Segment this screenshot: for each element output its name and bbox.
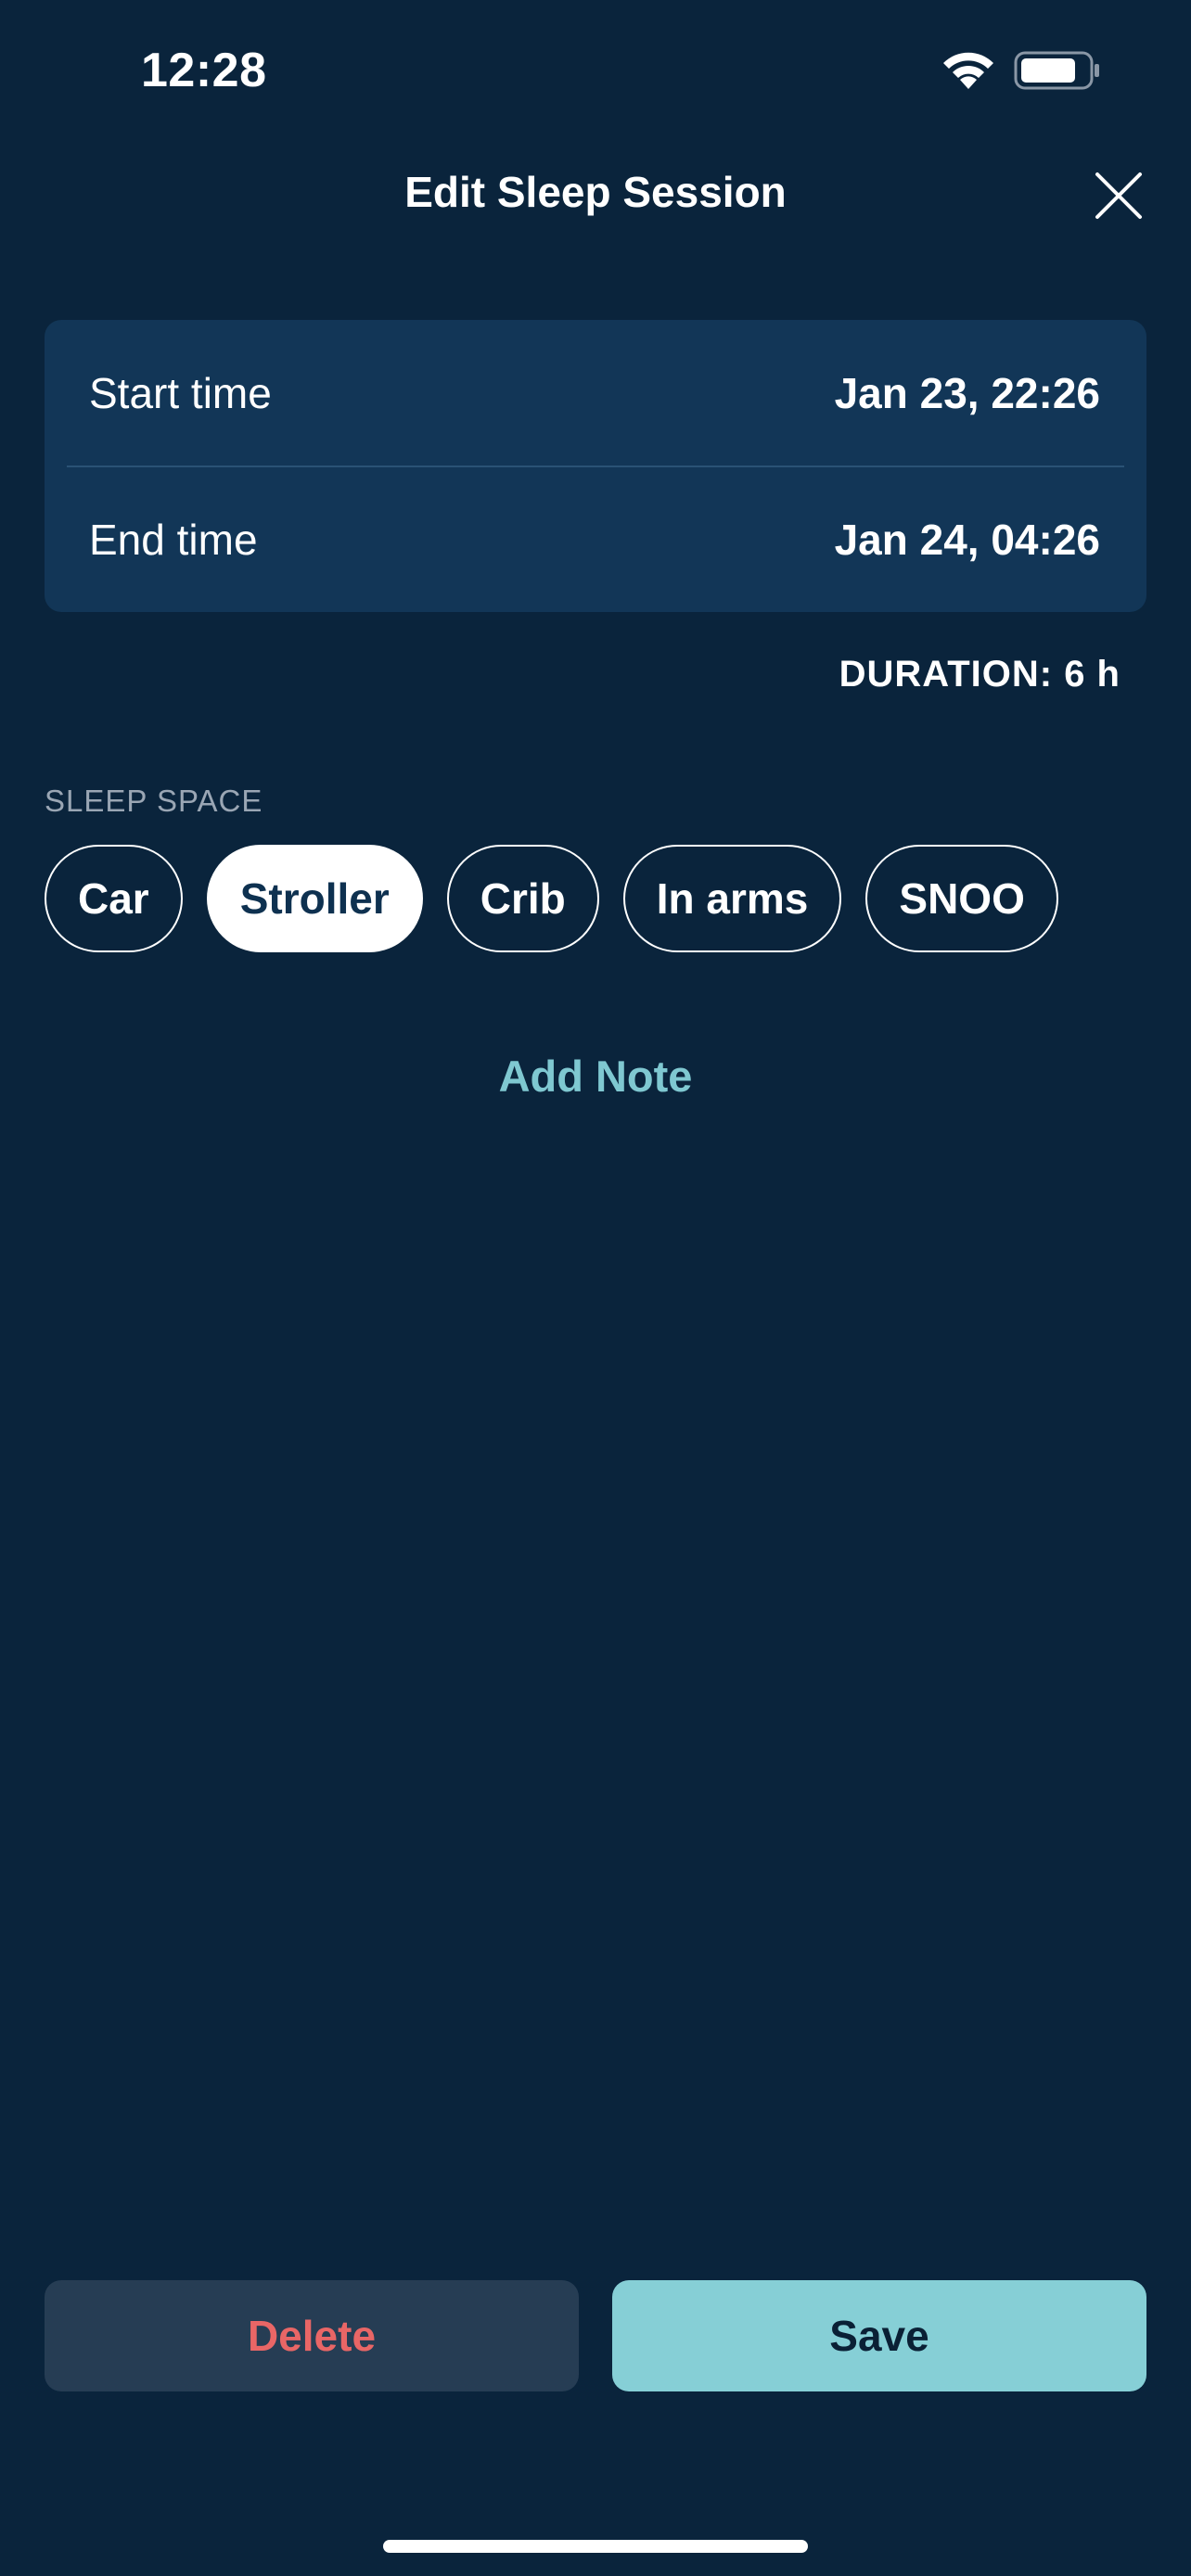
home-indicator	[383, 2540, 808, 2553]
add-note-button[interactable]: Add Note	[0, 1051, 1191, 1102]
duration-text: DURATION: 6 h	[839, 654, 1121, 695]
save-button[interactable]: Save	[612, 2280, 1146, 2391]
sleep-space-chip-in-arms[interactable]: In arms	[622, 845, 842, 952]
close-icon[interactable]	[1090, 167, 1147, 224]
start-time-label: Start time	[89, 368, 272, 417]
end-time-value[interactable]: Jan 24, 04:26	[835, 515, 1100, 565]
sleep-space-chip-crib[interactable]: Crib	[446, 845, 599, 952]
sleep-space-chip-stroller[interactable]: Stroller	[206, 845, 423, 952]
start-time-row[interactable]: Start time Jan 23, 22:26	[45, 320, 1146, 465]
end-time-row[interactable]: End time Jan 24, 04:26	[45, 466, 1146, 612]
sleep-space-label: SLEEP SPACE	[45, 784, 263, 818]
battery-icon	[1014, 51, 1099, 90]
sleep-space-chip-snoo[interactable]: SNOO	[865, 845, 1058, 952]
page-title: Edit Sleep Session	[404, 168, 787, 216]
sleep-space-chip-car[interactable]: Car	[45, 845, 183, 952]
start-time-value[interactable]: Jan 23, 22:26	[835, 368, 1100, 418]
status-bar-time: 12:28	[141, 44, 267, 97]
wifi-icon	[943, 52, 993, 89]
end-time-label: End time	[89, 515, 258, 564]
delete-button[interactable]: Delete	[45, 2280, 579, 2391]
time-card: Start time Jan 23, 22:26 End time Jan 24…	[45, 320, 1146, 612]
sleep-space-options: Car Stroller Crib In arms SNOO	[45, 845, 1058, 952]
